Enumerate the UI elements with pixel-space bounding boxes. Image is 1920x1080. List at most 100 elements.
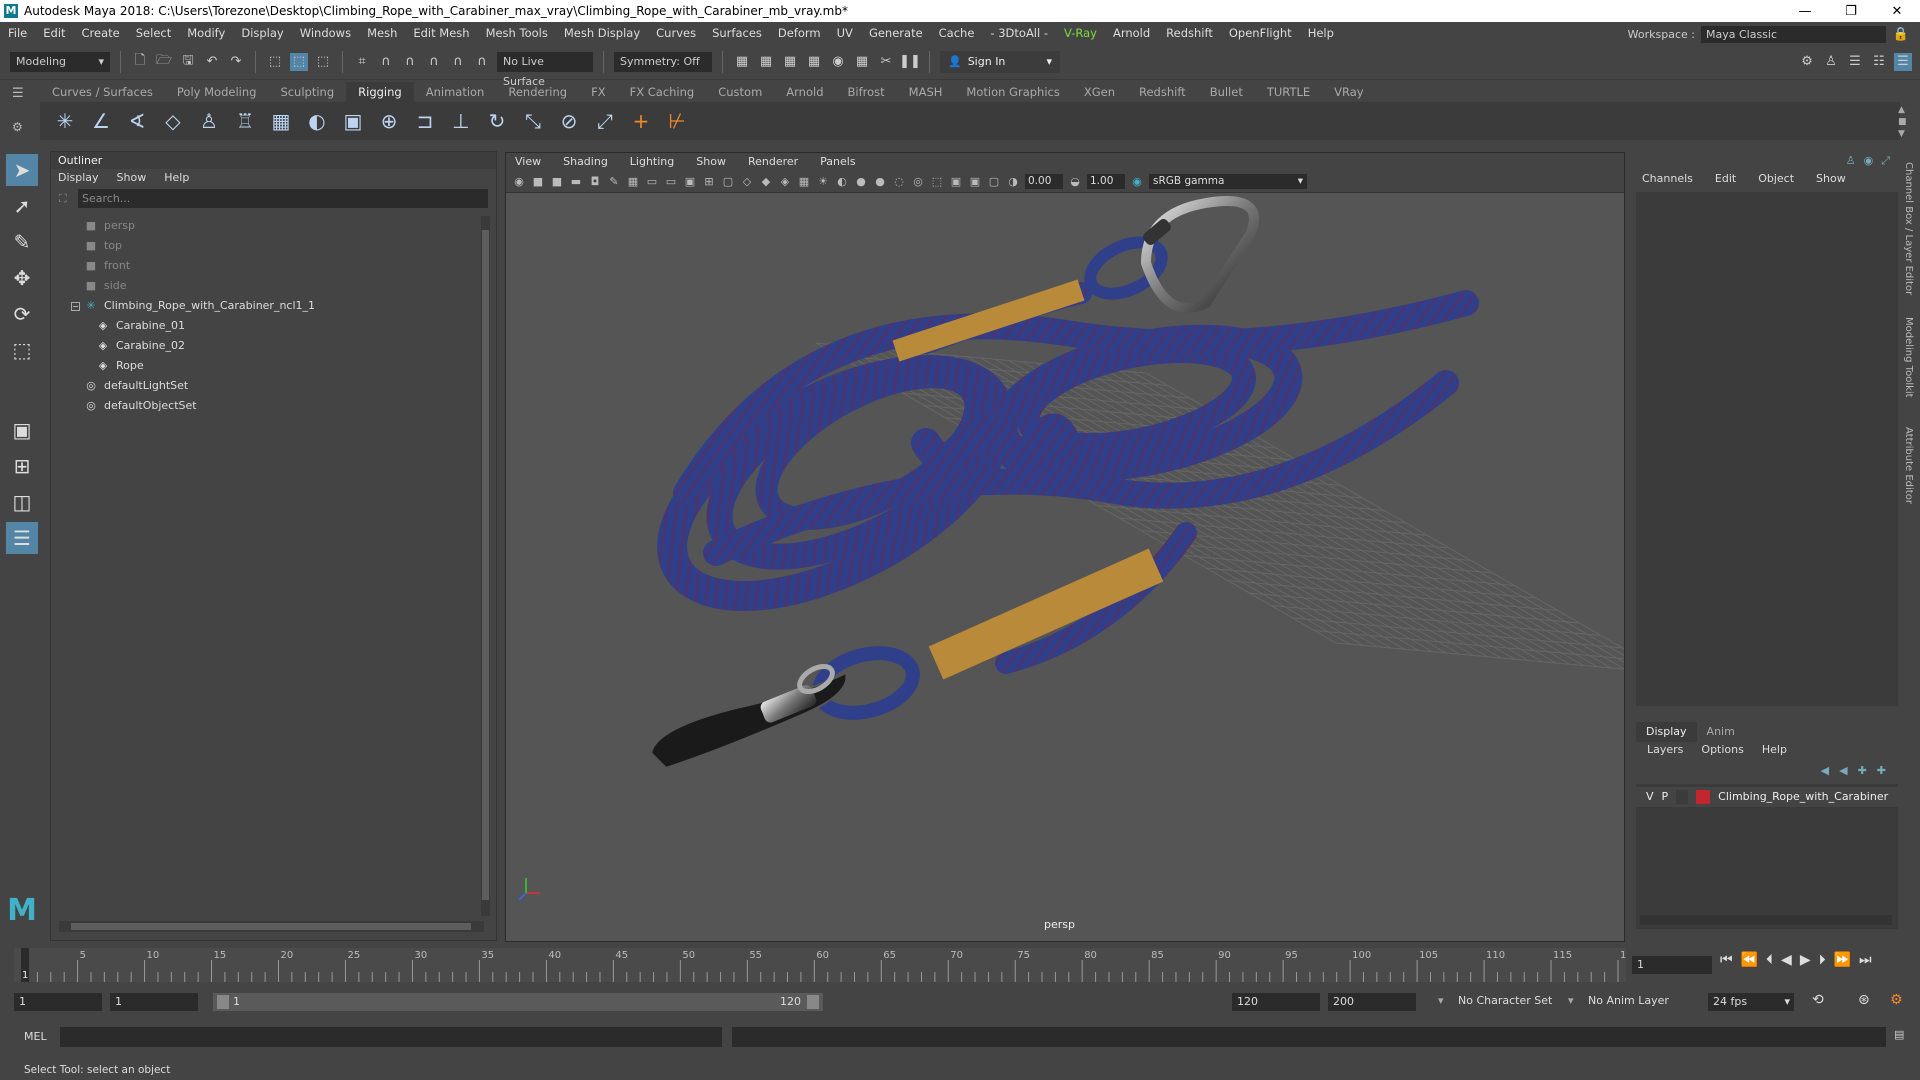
exposure-field[interactable]: 0.00 bbox=[1025, 174, 1063, 189]
layer-menu-help[interactable]: Help bbox=[1762, 743, 1787, 756]
menu-modify[interactable]: Modify bbox=[179, 26, 233, 40]
lasso-tool-icon[interactable]: ➚ bbox=[6, 190, 38, 222]
create-joints-icon[interactable]: ✳ bbox=[52, 108, 78, 134]
shelf-tab-animation[interactable]: Animation bbox=[414, 82, 497, 102]
step-back-frame-icon[interactable]: ⏴ bbox=[1766, 952, 1773, 968]
cluster-icon[interactable]: ⊕ bbox=[376, 108, 402, 134]
select-camera-icon[interactable]: ◉ bbox=[512, 175, 526, 189]
menu-generate[interactable]: Generate bbox=[861, 26, 931, 40]
smooth-shade-icon[interactable]: ◆ bbox=[759, 175, 773, 189]
xray-components-icon[interactable]: ▢ bbox=[987, 175, 1001, 189]
new-layer-selected-icon[interactable]: ✚ bbox=[1877, 764, 1886, 777]
menu-mesh-display[interactable]: Mesh Display bbox=[556, 26, 648, 40]
xray-joints-icon[interactable]: ▣ bbox=[968, 175, 982, 189]
shelf-tab-redshift[interactable]: Redshift bbox=[1127, 82, 1198, 102]
shelf-tab-custom[interactable]: Custom bbox=[706, 82, 774, 102]
add-influence-icon[interactable]: + bbox=[628, 108, 654, 134]
render-settings-icon[interactable]: ▦ bbox=[805, 53, 823, 71]
save-scene-icon[interactable]: 🖫 bbox=[179, 53, 197, 71]
animation-start-field[interactable]: 1 bbox=[14, 993, 102, 1011]
outliner-horizontal-scrollbar[interactable] bbox=[59, 921, 484, 932]
menu-display[interactable]: Display bbox=[233, 26, 291, 40]
pause-icon[interactable]: ❚❚ bbox=[899, 53, 921, 71]
parent-constraint-icon[interactable]: ⊐ bbox=[412, 108, 438, 134]
filter-icon[interactable]: ⛶ bbox=[59, 192, 67, 206]
quick-rig-icon[interactable]: ♙ bbox=[196, 108, 222, 134]
insert-joint-icon[interactable]: ∠ bbox=[88, 108, 114, 134]
vray-render-icon[interactable]: ✂ bbox=[877, 53, 895, 71]
select-hierarchy-icon[interactable]: ⬚ bbox=[266, 53, 284, 71]
side-tab-modeling-toolkit[interactable]: Modeling Toolkit bbox=[1903, 317, 1914, 398]
step-back-key-icon[interactable]: ⏪ bbox=[1741, 952, 1758, 968]
anim-prefs-icon[interactable]: ⚙ bbox=[1890, 992, 1903, 1008]
ik-spline-icon[interactable]: ◇ bbox=[160, 108, 186, 134]
image-plane-icon[interactable]: ▬ bbox=[569, 175, 583, 189]
channel-menu-edit[interactable]: Edit bbox=[1715, 172, 1736, 185]
attribute-editor-icon[interactable]: ☰ bbox=[1846, 53, 1864, 71]
outliner-vertical-scrollbar[interactable] bbox=[481, 216, 490, 916]
lock-icon[interactable]: 🔒 bbox=[1892, 25, 1910, 43]
scale-constraint-icon[interactable]: ⤡ bbox=[520, 108, 546, 134]
depth-of-field-icon[interactable]: ◎ bbox=[911, 175, 925, 189]
layer-type-toggle[interactable] bbox=[1676, 790, 1689, 804]
undo-icon[interactable]: ↶ bbox=[203, 53, 221, 71]
select-component-icon[interactable]: ⬚ bbox=[314, 53, 332, 71]
menu-redshift[interactable]: Redshift bbox=[1158, 26, 1221, 40]
current-frame-field[interactable]: 1 bbox=[1632, 956, 1712, 974]
field-chart-icon[interactable]: ⊞ bbox=[702, 175, 716, 189]
viewport-menu-show[interactable]: Show bbox=[696, 153, 726, 171]
shelf-tab-rendering[interactable]: Rendering bbox=[496, 82, 579, 102]
channel-menu-object[interactable]: Object bbox=[1758, 172, 1794, 185]
new-scene-icon[interactable]: 🗋 bbox=[131, 53, 149, 71]
film-gate-icon[interactable]: ▭ bbox=[645, 175, 659, 189]
menu-create[interactable]: Create bbox=[74, 26, 128, 40]
gate-mask-icon[interactable]: ▣ bbox=[683, 175, 697, 189]
viewport-menu-shading[interactable]: Shading bbox=[563, 153, 608, 171]
safe-action-icon[interactable]: ▢ bbox=[721, 175, 735, 189]
hypershade-icon[interactable]: ◉ bbox=[829, 53, 847, 71]
menu-mesh-tools[interactable]: Mesh Tools bbox=[478, 26, 556, 40]
xray-icon[interactable]: ▣ bbox=[949, 175, 963, 189]
character-controls-icon[interactable]: ♙ bbox=[1822, 53, 1840, 71]
smooth-bind-icon[interactable]: ◐ bbox=[304, 108, 330, 134]
shelf-tab-turtle[interactable]: TURTLE bbox=[1255, 82, 1322, 102]
outliner-item-carabine-01[interactable]: ◈ Carabine_01 bbox=[51, 316, 487, 336]
snap-point-icon[interactable]: ∩ bbox=[401, 53, 419, 71]
exposure-icon[interactable]: ◑ bbox=[1006, 175, 1020, 189]
fps-dropdown[interactable]: 24 fps ▾ bbox=[1708, 993, 1794, 1011]
script-editor-icon[interactable]: ▤ bbox=[1894, 1028, 1904, 1041]
shelf-tab-fx-caching[interactable]: FX Caching bbox=[618, 82, 707, 102]
viewport-menu-panels[interactable]: Panels bbox=[820, 153, 855, 171]
chevron-down-icon[interactable]: ▾ bbox=[1438, 994, 1444, 1007]
shelf-tab-xgen[interactable]: XGen bbox=[1072, 82, 1127, 102]
outliner-item-rope[interactable]: ◈ Rope bbox=[51, 356, 487, 376]
outliner-item-side[interactable]: ■ side bbox=[51, 276, 487, 296]
select-tool-icon[interactable]: ➤ bbox=[6, 154, 38, 186]
shelf-tab-mash[interactable]: MASH bbox=[897, 82, 955, 102]
shelf-tab-arnold[interactable]: Arnold bbox=[774, 82, 835, 102]
playback-end-field[interactable]: 120 bbox=[1232, 993, 1320, 1011]
shelf-tab-motion-graphics[interactable]: Motion Graphics bbox=[954, 82, 1071, 102]
viewport-panel[interactable]: View Shading Lighting Show Renderer Pane… bbox=[505, 152, 1625, 942]
step-forward-key-icon[interactable]: ⏩ bbox=[1834, 952, 1851, 968]
menu-windows[interactable]: Windows bbox=[292, 26, 359, 40]
scrollbar-thumb[interactable] bbox=[482, 230, 489, 900]
animation-end-field[interactable]: 200 bbox=[1328, 993, 1416, 1011]
layer-horizontal-scrollbar[interactable] bbox=[1640, 915, 1892, 925]
time-slider[interactable]: 5 10 15 20 25 30 35 40 45 50 55 60 65 70 75 80 85 90 95 100… bbox=[14, 948, 1639, 982]
motion-blur-icon[interactable]: ● bbox=[873, 175, 887, 189]
grid-icon[interactable]: ▦ bbox=[626, 175, 640, 189]
ipr-render-icon[interactable]: ▦ bbox=[781, 53, 799, 71]
anti-aliasing-icon[interactable]: ◌ bbox=[892, 175, 906, 189]
menu-surfaces[interactable]: Surfaces bbox=[704, 26, 770, 40]
step-forward-frame-icon[interactable]: ⏵ bbox=[1819, 952, 1826, 968]
layer-color-swatch[interactable] bbox=[1696, 790, 1711, 804]
orient-constraint-icon[interactable]: ↻ bbox=[484, 108, 510, 134]
2d-pan-zoom-icon[interactable]: ◘ bbox=[588, 175, 602, 189]
layer-tab-anim[interactable]: Anim bbox=[1697, 722, 1745, 742]
ik-handle-icon[interactable]: ∢ bbox=[124, 108, 150, 134]
viewport-menu-view[interactable]: View bbox=[515, 153, 541, 171]
bind-skin-icon[interactable]: ▦ bbox=[268, 108, 294, 134]
persp-outliner-layout-icon[interactable]: ◫ bbox=[6, 486, 38, 518]
menu-select[interactable]: Select bbox=[128, 26, 179, 40]
